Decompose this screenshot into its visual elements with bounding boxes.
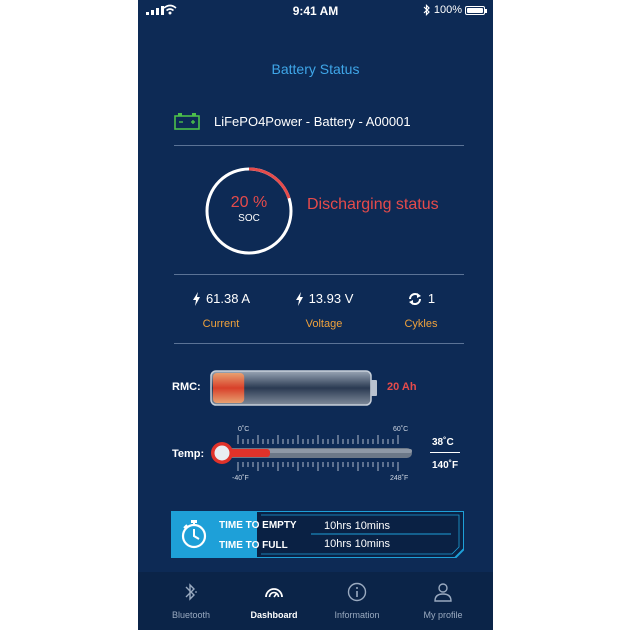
battery-icon — [174, 113, 200, 130]
voltage-label: Voltage — [305, 318, 343, 330]
device-name: LiFePO4Power - Battery - A00001 — [214, 113, 411, 129]
tab-my-profile-label: My profile — [423, 610, 463, 620]
tab-bluetooth[interactable]: Bluetooth — [151, 582, 231, 620]
scale-top-left: 0˚C — [238, 425, 249, 433]
tab-bluetooth-label: Bluetooth — [171, 610, 211, 620]
metric-cycles: 1 Cykles — [376, 291, 466, 330]
status-bar: 9:41 AM 100% — [138, 0, 493, 22]
battery-status-icon — [465, 5, 487, 15]
bluetooth-icon — [185, 583, 197, 601]
tab-dashboard-label: Dashboard — [250, 610, 298, 620]
temp-fahrenheit: 140˚F — [432, 460, 459, 471]
scale-bottom-right: 248˚F — [390, 474, 408, 482]
scale-top-right: 60˚C — [393, 425, 408, 433]
rmc-battery-gauge — [210, 370, 377, 406]
status-right: 100% — [423, 4, 487, 16]
current-label: Current — [202, 318, 240, 330]
tab-information[interactable]: Information — [317, 582, 397, 620]
divider — [174, 274, 464, 275]
time-to-empty-value: 10hrs 10mins — [324, 520, 391, 532]
refresh-icon — [408, 292, 421, 305]
cycles-label: Cykles — [404, 318, 438, 330]
tab-information-label: Information — [334, 610, 380, 620]
voltage-value: 13.93 V — [308, 291, 354, 306]
rmc-label: RMC: — [172, 381, 201, 393]
metric-current: 61.38 A Current — [176, 291, 266, 330]
bolt-icon — [295, 291, 303, 306]
temp-label: Temp: — [172, 448, 205, 460]
thermometer: 0˚C 60˚C -40˚F 248˚F — [211, 425, 412, 482]
info-icon — [347, 582, 367, 602]
bluetooth-status-icon — [423, 4, 430, 16]
temp-celsius: 38˚C — [432, 437, 454, 448]
soc-readout: 20 % SOC — [204, 194, 294, 224]
temp-separator — [430, 452, 460, 453]
soc-value: 20 % — [230, 194, 268, 211]
time-panel-frame — [171, 511, 464, 558]
soc-label: SOC — [238, 213, 260, 224]
cycles-value: 1 — [427, 291, 436, 306]
divider — [174, 343, 464, 344]
time-to-empty-label: TIME TO EMPTY — [219, 520, 297, 531]
stopwatch-icon — [181, 520, 207, 549]
app-screen: 9:41 AM 100% Battery Status LiFePO4Power… — [138, 0, 493, 630]
rmc-value: 20 Ah — [387, 381, 417, 393]
time-to-full-label: TIME TO FULL — [219, 540, 288, 551]
rmc-fill — [213, 373, 245, 403]
tab-dashboard[interactable]: Dashboard — [234, 582, 314, 620]
scale-bottom-left: -40˚F — [232, 474, 249, 482]
divider — [174, 145, 464, 146]
page-title: Battery Status — [271, 61, 360, 77]
tab-my-profile[interactable]: My profile — [403, 582, 483, 620]
current-value: 61.38 A — [205, 291, 251, 306]
device-row[interactable]: LiFePO4Power - Battery - A00001 — [174, 112, 411, 130]
bolt-icon — [192, 291, 200, 306]
bottom-tab-bar: Bluetooth Dashboard Information My profi… — [138, 572, 493, 630]
profile-icon — [434, 583, 452, 602]
battery-percent: 100% — [433, 4, 462, 16]
metric-voltage: 13.93 V Voltage — [279, 291, 369, 330]
charge-status: Discharging status — [307, 196, 439, 213]
time-estimates-panel: TIME TO EMPTY TIME TO FULL 10hrs 10mins … — [171, 511, 464, 558]
time-to-full-value: 10hrs 10mins — [324, 538, 391, 550]
dashboard-icon — [265, 588, 283, 598]
